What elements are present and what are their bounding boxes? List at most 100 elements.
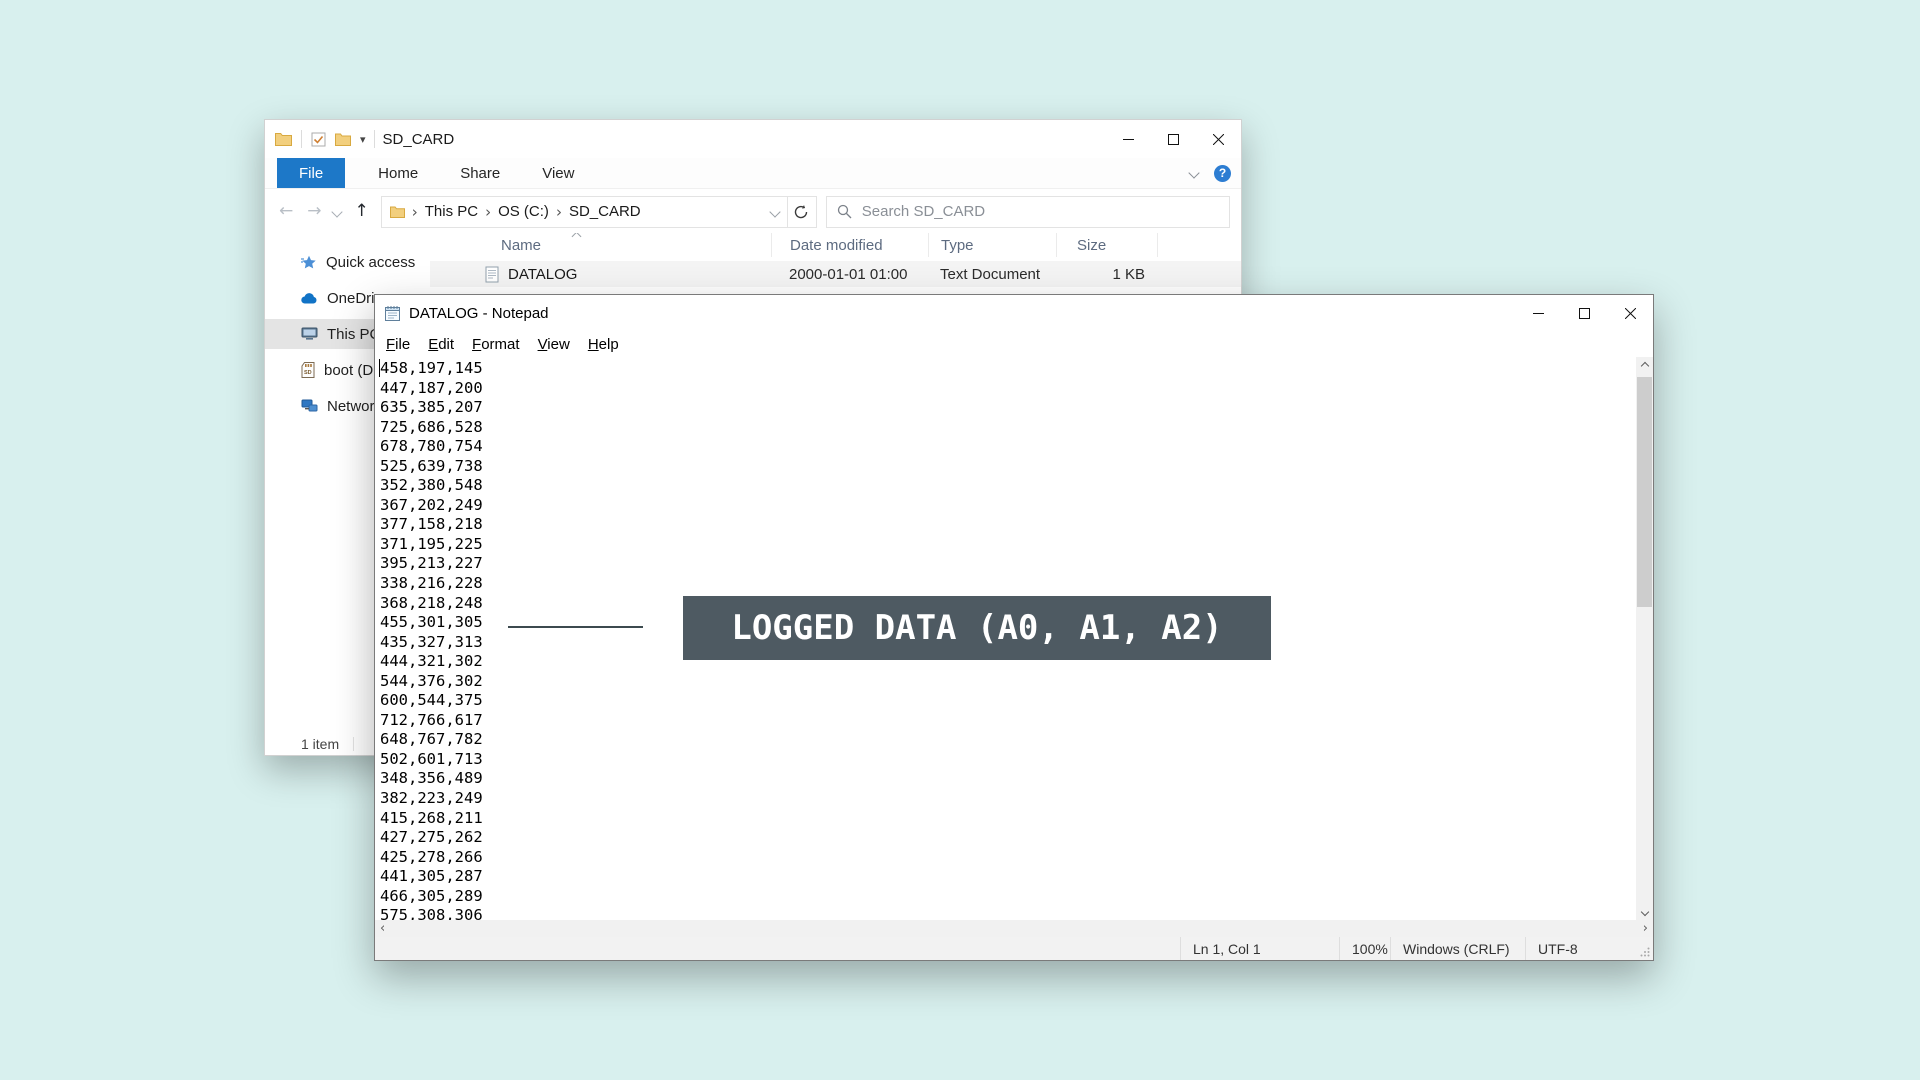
scroll-up-icon[interactable] xyxy=(1636,357,1653,374)
text-line: 502,601,713 xyxy=(380,750,1636,770)
items-count: 1 item xyxy=(301,736,339,752)
forward-icon[interactable]: → xyxy=(307,203,321,220)
sidebar-item-quick-access[interactable]: Quick access xyxy=(265,247,430,277)
text-line: 635,385,207 xyxy=(380,398,1636,418)
breadcrumb-item-os-c[interactable]: OS (C:) xyxy=(498,203,549,220)
search-icon xyxy=(837,204,852,219)
column-headers: Name Date modified Type Size xyxy=(430,233,1241,257)
column-header-type[interactable]: Type xyxy=(928,233,1056,257)
text-line: 348,356,489 xyxy=(380,769,1636,789)
notepad-statusbar: Ln 1, Col 1 100% Windows (CRLF) UTF-8 xyxy=(375,937,1653,960)
notepad-titlebar[interactable]: DATALOG - Notepad xyxy=(375,295,1653,331)
text-document-icon xyxy=(485,266,499,283)
ribbon-tab-bar: File Home Share View ? xyxy=(265,158,1241,189)
menu-edit[interactable]: Edit xyxy=(419,336,463,353)
recent-locations-icon[interactable] xyxy=(331,206,342,217)
text-line: 544,376,302 xyxy=(380,672,1636,692)
checkbox-icon[interactable] xyxy=(311,132,326,147)
encoding: UTF-8 xyxy=(1525,937,1639,960)
text-line: 648,767,782 xyxy=(380,730,1636,750)
tab-home[interactable]: Home xyxy=(357,158,439,188)
statusbar-separator xyxy=(353,737,354,751)
desktop: ▾ SD_CARD File Home Share View xyxy=(0,0,1920,1080)
text-line: 427,275,262 xyxy=(380,828,1636,848)
breadcrumb[interactable]: › This PC › OS (C:) › SD_CARD xyxy=(381,196,788,228)
minimize-button[interactable] xyxy=(1106,120,1151,158)
window-title: SD_CARD xyxy=(383,131,455,148)
titlebar-separator xyxy=(301,130,302,148)
computer-icon xyxy=(301,327,318,341)
breadcrumb-item-sd-card[interactable]: SD_CARD xyxy=(569,203,641,220)
text-line: 371,195,225 xyxy=(380,535,1636,555)
quick-access-toolbar: ▾ xyxy=(311,132,366,147)
cloud-icon xyxy=(301,293,318,304)
text-line: 415,268,211 xyxy=(380,809,1636,829)
resize-grip-icon[interactable] xyxy=(1639,937,1653,960)
breadcrumb-separator: › xyxy=(556,203,562,221)
text-line: 447,187,200 xyxy=(380,379,1636,399)
file-row-datalog[interactable]: DATALOG 2000-01-01 01:00 Text Document 1… xyxy=(430,261,1241,287)
explorer-titlebar[interactable]: ▾ SD_CARD xyxy=(265,120,1241,158)
sidebar-item-label: This PC xyxy=(327,326,380,343)
notepad-icon xyxy=(384,305,401,322)
maximize-button[interactable] xyxy=(1561,295,1607,331)
file-type: Text Document xyxy=(928,261,1056,287)
text-line: 458,197,145 xyxy=(380,359,1636,379)
maximize-button[interactable] xyxy=(1151,120,1196,158)
text-line: 352,380,548 xyxy=(380,476,1636,496)
sidebar-item-label: Quick access xyxy=(326,254,415,271)
scroll-left-icon[interactable]: ‹ xyxy=(380,922,385,935)
scroll-right-icon[interactable]: › xyxy=(1643,922,1648,935)
help-icon[interactable]: ? xyxy=(1214,165,1231,182)
text-line: 367,202,249 xyxy=(380,496,1636,516)
window-title: DATALOG - Notepad xyxy=(409,305,549,322)
tab-share[interactable]: Share xyxy=(439,158,521,188)
text-cursor xyxy=(379,359,380,377)
minimize-button[interactable] xyxy=(1515,295,1561,331)
svg-text:SD: SD xyxy=(304,370,312,376)
statusbar-spacer xyxy=(375,937,1180,960)
zoom-level: 100% xyxy=(1339,937,1390,960)
titlebar-separator xyxy=(374,130,375,148)
up-icon[interactable]: ↑ xyxy=(355,203,369,220)
cursor-position: Ln 1, Col 1 xyxy=(1180,937,1339,960)
search-placeholder: Search SD_CARD xyxy=(862,203,985,220)
breadcrumb-item-this-pc[interactable]: This PC xyxy=(425,203,478,220)
file-name: DATALOG xyxy=(508,266,577,283)
text-line: 338,216,228 xyxy=(380,574,1636,594)
menu-help[interactable]: Help xyxy=(579,336,628,353)
text-line: 377,158,218 xyxy=(380,515,1636,535)
file-date-modified: 2000-01-01 01:00 xyxy=(771,261,928,287)
breadcrumb-separator: › xyxy=(485,203,491,221)
tab-view[interactable]: View xyxy=(521,158,595,188)
annotation-text: LOGGED DATA (A0, A1, A2) xyxy=(731,608,1222,648)
ribbon-expand-icon[interactable] xyxy=(1188,167,1199,178)
tab-file[interactable]: File xyxy=(277,158,345,188)
qat-customize-icon[interactable]: ▾ xyxy=(360,134,366,145)
scroll-down-icon[interactable] xyxy=(1636,903,1653,920)
menu-format[interactable]: Format xyxy=(463,336,529,353)
star-icon xyxy=(301,255,317,270)
address-dropdown-icon[interactable] xyxy=(769,206,780,217)
back-icon[interactable]: ← xyxy=(279,203,293,220)
refresh-button[interactable] xyxy=(787,196,817,228)
close-button[interactable] xyxy=(1607,295,1653,331)
menu-view[interactable]: View xyxy=(529,336,579,353)
line-ending: Windows (CRLF) xyxy=(1390,937,1525,960)
column-header-size[interactable]: Size xyxy=(1056,233,1158,257)
column-header-date-modified[interactable]: Date modified xyxy=(771,233,928,257)
menu-file[interactable]: File xyxy=(377,336,419,353)
text-line: 441,305,287 xyxy=(380,867,1636,887)
text-line: 382,223,249 xyxy=(380,789,1636,809)
sd-card-icon: SD xyxy=(301,362,315,378)
text-line: 725,686,528 xyxy=(380,418,1636,438)
horizontal-scrollbar[interactable]: ‹ › xyxy=(375,920,1653,937)
new-folder-icon[interactable] xyxy=(335,133,351,146)
close-button[interactable] xyxy=(1196,120,1241,158)
column-header-name[interactable]: Name xyxy=(430,233,771,257)
vertical-scrollbar-thumb[interactable] xyxy=(1637,377,1652,607)
vertical-scrollbar[interactable] xyxy=(1636,357,1653,920)
address-bar: ← → ↑ › This PC › OS (C:) › SD_CARD xyxy=(265,189,1241,234)
window-controls xyxy=(1515,295,1653,331)
search-input[interactable]: Search SD_CARD xyxy=(826,196,1230,228)
